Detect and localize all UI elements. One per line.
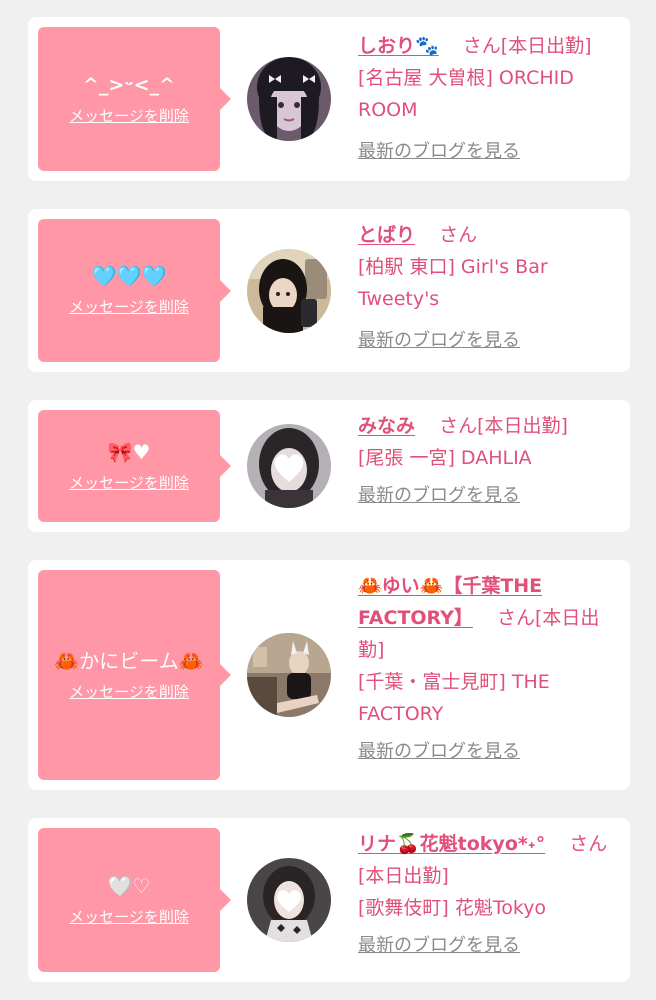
honorific: さん xyxy=(462,35,501,57)
honorific: さん xyxy=(439,415,478,437)
honorific: さん xyxy=(439,224,478,246)
delete-message-link[interactable]: メッセージを削除 xyxy=(69,472,189,493)
latest-blog-link[interactable]: 最新のブログを見る xyxy=(358,325,520,357)
status-text: [本日出勤] xyxy=(477,415,568,437)
message-bubble: 🎀♥ メッセージを削除 xyxy=(38,410,231,522)
latest-blog-link[interactable]: 最新のブログを見る xyxy=(358,480,520,512)
message-text: ^_>ᵕ<_^ xyxy=(83,73,175,96)
store-text: [千葉・富士見町] THE FACTORY xyxy=(358,671,550,725)
store-text: [尾張 一宮] DAHLIA xyxy=(358,447,532,469)
message-card: 🎀♥ メッセージを削除 みなみ さん[本日出勤] [尾張 一宮] DAHLIA … xyxy=(28,400,630,532)
avatar[interactable] xyxy=(247,424,331,508)
cast-info: リナ🍒花魁tokyo*˖° さん [本日出勤] [歌舞伎町] 花魁Tokyo 最新… xyxy=(358,828,616,962)
cast-name-link[interactable]: とばり xyxy=(358,224,415,246)
delete-message-link[interactable]: メッセージを削除 xyxy=(69,105,189,126)
delete-message-link[interactable]: メッセージを削除 xyxy=(69,681,189,702)
message-bubble: 🤍♡ メッセージを削除 xyxy=(38,828,231,972)
cast-info: しおり🐾 さん[本日出勤] [名古屋 大曽根] ORCHID ROOM 最新のブ… xyxy=(358,30,616,168)
status-text: [本日出勤] xyxy=(500,35,592,57)
cast-info: みなみ さん[本日出勤] [尾張 一宮] DAHLIA 最新のブログを見る xyxy=(358,410,616,512)
store-text: [柏駅 東口] Girl's Bar Tweety's xyxy=(358,256,548,310)
store-text: [歌舞伎町] 花魁Tokyo xyxy=(358,897,547,919)
message-text: 🦀かにビーム🦀 xyxy=(54,648,204,673)
avatar[interactable] xyxy=(247,249,331,333)
latest-blog-link[interactable]: 最新のブログを見る xyxy=(358,736,520,768)
cast-info: 🦀ゆい🦀【千葉THE FACTORY】 さん[本日出勤] [千葉・富士見町] T… xyxy=(358,570,616,768)
status-text: [本日出勤] xyxy=(358,865,449,887)
message-text: 🎀♥ xyxy=(107,439,151,464)
delete-message-link[interactable]: メッセージを削除 xyxy=(69,296,189,317)
message-text: 🩵🩵🩵 xyxy=(91,264,167,288)
cast-name-link[interactable]: リナ🍒花魁tokyo*˖° xyxy=(358,833,545,855)
message-card: 🦀かにビーム🦀 メッセージを削除 🦀ゆい🦀【千葉THE FACTORY】 さん[… xyxy=(28,560,630,790)
avatar[interactable] xyxy=(247,858,331,942)
latest-blog-link[interactable]: 最新のブログを見る xyxy=(358,930,520,962)
cast-name-link[interactable]: しおり🐾 xyxy=(358,35,439,57)
message-card: 🩵🩵🩵 メッセージを削除 とばり さん [柏駅 東口] Girl's Bar T… xyxy=(28,209,630,372)
delete-message-link[interactable]: メッセージを削除 xyxy=(69,906,189,927)
avatar[interactable] xyxy=(247,57,331,141)
message-bubble: 🦀かにビーム🦀 メッセージを削除 xyxy=(38,570,231,780)
message-card: 🤍♡ メッセージを削除 リナ🍒花魁tokyo*˖° さん [本日出勤] [歌舞伎町… xyxy=(28,818,630,982)
message-bubble: 🩵🩵🩵 メッセージを削除 xyxy=(38,219,231,362)
avatar[interactable] xyxy=(247,633,331,717)
message-text: 🤍♡ xyxy=(107,873,151,898)
honorific: さん xyxy=(496,607,535,629)
store-text: [名古屋 大曽根] ORCHID ROOM xyxy=(358,67,574,121)
message-card: ^_>ᵕ<_^ メッセージを削除 しおり🐾 さん[本日出勤] [名古屋 大曽根]… xyxy=(28,17,630,181)
message-bubble: ^_>ᵕ<_^ メッセージを削除 xyxy=(38,27,231,171)
honorific: さん xyxy=(569,833,608,855)
cast-info: とばり さん [柏駅 東口] Girl's Bar Tweety's 最新のブロ… xyxy=(358,219,616,357)
cast-name-link[interactable]: みなみ xyxy=(358,415,415,437)
latest-blog-link[interactable]: 最新のブログを見る xyxy=(358,136,520,168)
